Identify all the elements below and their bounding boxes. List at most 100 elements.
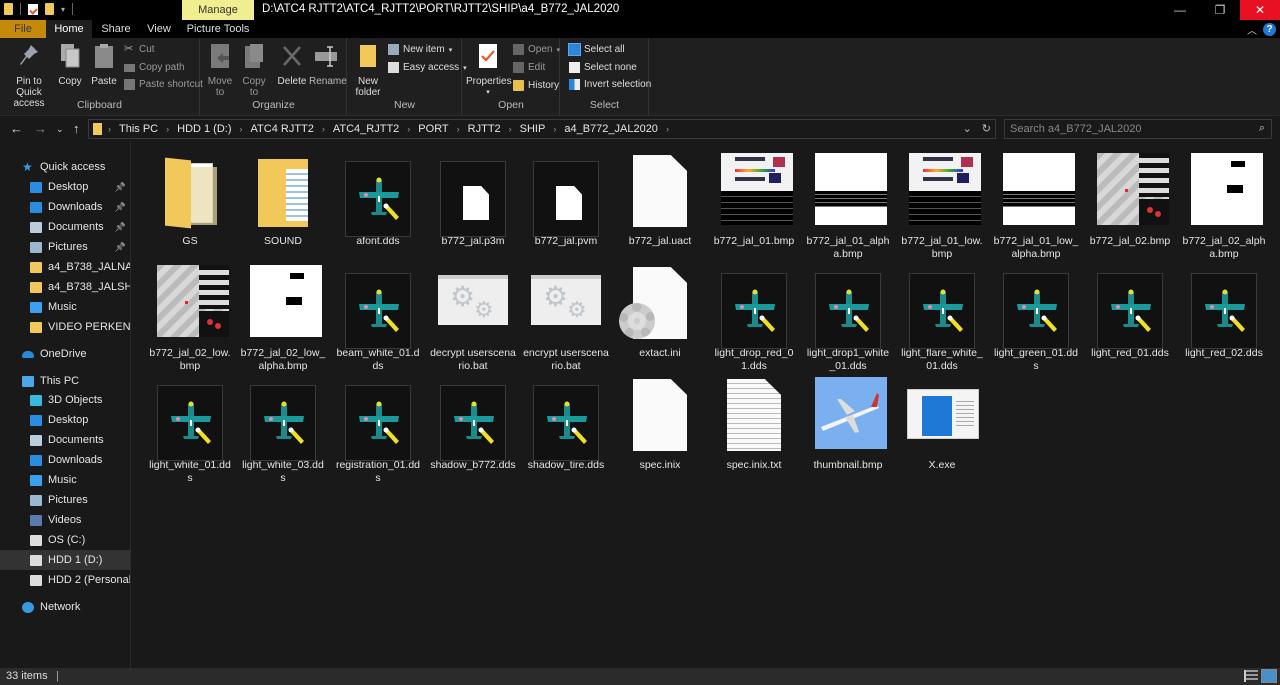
minimize-button[interactable]: — <box>1160 0 1200 20</box>
file-item[interactable]: b772_jal_01_alpha.bmp <box>803 151 893 261</box>
copy-button[interactable]: Copy <box>56 43 84 87</box>
breadcrumb-atc4-rjtt2-sub[interactable]: ATC4_RJTT2 <box>333 123 399 135</box>
maximize-button[interactable]: ❐ <box>1200 0 1240 20</box>
file-item[interactable]: beam_white_01.dds <box>333 263 423 373</box>
paste-button[interactable]: Paste <box>90 43 118 87</box>
sidebar-item[interactable]: OS (C:) <box>0 530 130 550</box>
rename-button[interactable]: Rename <box>309 43 347 87</box>
file-item[interactable]: light_white_01.dds <box>145 375 235 485</box>
properties-icon[interactable] <box>28 3 38 15</box>
paste-shortcut-button[interactable]: Paste shortcut <box>124 79 203 90</box>
file-item[interactable]: ⚙ ⚙ encrypt userscenario.bat <box>521 263 611 373</box>
tab-view[interactable]: View <box>140 20 178 38</box>
file-item[interactable]: ⚙ ⚙ decrypt userscenario.bat <box>428 263 518 373</box>
file-item[interactable]: b772_jal_02_low.bmp <box>145 263 235 373</box>
sidebar-item[interactable]: Pictures 📌 <box>0 237 130 257</box>
sidebar-item[interactable]: Documents <box>0 430 130 450</box>
properties-button[interactable]: Properties ▾ <box>466 43 512 98</box>
file-item[interactable]: light_white_03.dds <box>238 375 328 485</box>
breadcrumb-atc4-rjtt2[interactable]: ATC4 RJTT2 <box>251 123 314 135</box>
file-item[interactable]: shadow_b772.dds <box>428 375 518 472</box>
pin-icon[interactable]: 📌 <box>115 242 126 253</box>
tab-picture-tools[interactable]: Picture Tools <box>182 20 254 38</box>
tab-share[interactable]: Share <box>96 20 136 38</box>
select-all-button[interactable]: Select all <box>568 43 625 56</box>
tab-file[interactable]: File <box>0 20 46 38</box>
delete-button[interactable]: Delete <box>277 43 307 87</box>
collapse-ribbon-icon[interactable]: ︿ <box>1247 22 1257 37</box>
file-item[interactable]: b772_jal_02_low_alpha.bmp <box>238 263 328 373</box>
file-item[interactable]: light_drop1_white_01.dds <box>803 263 893 373</box>
file-item[interactable]: SOUND <box>238 151 328 248</box>
large-icons-view-icon[interactable] <box>1261 669 1277 683</box>
new-folder-button[interactable]: New folder <box>352 43 384 98</box>
breadcrumb-separator[interactable]: › <box>666 124 669 134</box>
file-item[interactable]: b772_jal_01_low.bmp <box>897 151 987 261</box>
address-bar[interactable]: › This PC › HDD 1 (D:) › ATC4 RJTT2 › AT… <box>88 119 996 139</box>
sidebar-item[interactable]: Videos <box>0 510 130 530</box>
select-none-button[interactable]: Select none <box>569 62 637 73</box>
sidebar-item[interactable]: Pictures <box>0 490 130 510</box>
easy-access-button[interactable]: Easy access ▾ <box>388 62 467 73</box>
file-item[interactable]: b772_jal_02_alpha.bmp <box>1179 151 1269 261</box>
tab-home[interactable]: Home <box>46 20 92 38</box>
file-item[interactable]: registration_01.dds <box>333 375 423 485</box>
breadcrumb-this-pc[interactable]: This PC <box>119 123 158 135</box>
file-item[interactable]: spec.inix.txt <box>709 375 799 472</box>
cut-button[interactable]: ✂ Cut <box>124 44 155 56</box>
breadcrumb-port[interactable]: PORT <box>418 123 448 135</box>
breadcrumb-rjtt2[interactable]: RJTT2 <box>468 123 501 135</box>
pin-icon[interactable]: 📌 <box>115 202 126 213</box>
pin-icon[interactable]: 📌 <box>115 222 126 233</box>
edit-button[interactable]: Edit <box>513 62 545 73</box>
open-button[interactable]: Open ▾ <box>513 44 560 55</box>
breadcrumb-separator[interactable]: › <box>322 124 325 134</box>
manage-context-tab[interactable]: Manage <box>182 0 254 20</box>
recent-locations-dropdown[interactable]: ⌄ <box>56 124 64 135</box>
file-item[interactable]: light_red_02.dds <box>1179 263 1269 360</box>
sidebar-item[interactable]: Music <box>0 297 130 317</box>
file-item[interactable]: light_red_01.dds <box>1085 263 1175 360</box>
breadcrumb-separator[interactable]: › <box>407 124 410 134</box>
search-input[interactable]: Search a4_B772_JAL2020 ⌕ <box>1004 119 1272 139</box>
file-item[interactable]: b772_jal.pvm <box>521 151 611 248</box>
sidebar-item-this-pc[interactable]: This PC <box>0 371 130 391</box>
breadcrumb-separator[interactable]: › <box>108 124 111 134</box>
file-item[interactable]: b772_jal.p3m <box>428 151 518 248</box>
help-icon[interactable]: ? <box>1263 23 1276 36</box>
pin-icon[interactable]: 📌 <box>115 182 126 193</box>
sidebar-item[interactable]: a4_B738_JALSHIMA <box>0 277 130 297</box>
new-item-button[interactable]: New item ▾ <box>388 44 452 55</box>
sidebar-item[interactable]: Downloads 📌 <box>0 197 130 217</box>
breadcrumb-ship[interactable]: SHIP <box>520 123 546 135</box>
copy-to-button[interactable]: Copy to <box>239 43 269 98</box>
file-item[interactable]: light_flare_white_01.dds <box>897 263 987 373</box>
breadcrumb-separator[interactable]: › <box>240 124 243 134</box>
file-item[interactable]: b772_jal_02.bmp <box>1085 151 1175 248</box>
breadcrumb-separator[interactable]: › <box>457 124 460 134</box>
sidebar-item[interactable]: HDD 2 (Personal Stuff) <box>0 570 130 590</box>
address-history-dropdown-icon[interactable]: ⌄ <box>963 122 972 135</box>
sidebar-item[interactable]: 3D Objects <box>0 390 130 410</box>
breadcrumb-separator[interactable]: › <box>509 124 512 134</box>
breadcrumb-separator[interactable]: › <box>553 124 556 134</box>
breadcrumb-hdd1[interactable]: HDD 1 (D:) <box>177 123 231 135</box>
file-item[interactable]: b772_jal.uact <box>615 151 705 248</box>
sidebar-item[interactable]: a4_B738_JALNATSU <box>0 257 130 277</box>
file-item[interactable]: spec.inix <box>615 375 705 472</box>
close-button[interactable]: ✕ <box>1240 0 1280 20</box>
breadcrumb-current-folder[interactable]: a4_B772_JAL2020 <box>564 123 658 135</box>
new-folder-icon[interactable] <box>45 3 54 15</box>
refresh-icon[interactable]: ↻ <box>982 122 991 135</box>
file-item[interactable]: GS <box>145 151 235 248</box>
sidebar-item[interactable]: Documents 📌 <box>0 217 130 237</box>
breadcrumb-separator[interactable]: › <box>166 124 169 134</box>
search-icon[interactable]: ⌕ <box>1259 122 1265 135</box>
sidebar-item[interactable]: Music <box>0 470 130 490</box>
file-item[interactable]: thumbnail.bmp <box>803 375 893 472</box>
history-button[interactable]: History <box>513 80 559 91</box>
file-item[interactable]: b772_jal_01_low_alpha.bmp <box>991 151 1081 261</box>
details-view-icon[interactable] <box>1244 670 1258 682</box>
file-item[interactable]: light_green_01.dds <box>991 263 1081 373</box>
up-button[interactable]: ↑ <box>73 121 80 136</box>
